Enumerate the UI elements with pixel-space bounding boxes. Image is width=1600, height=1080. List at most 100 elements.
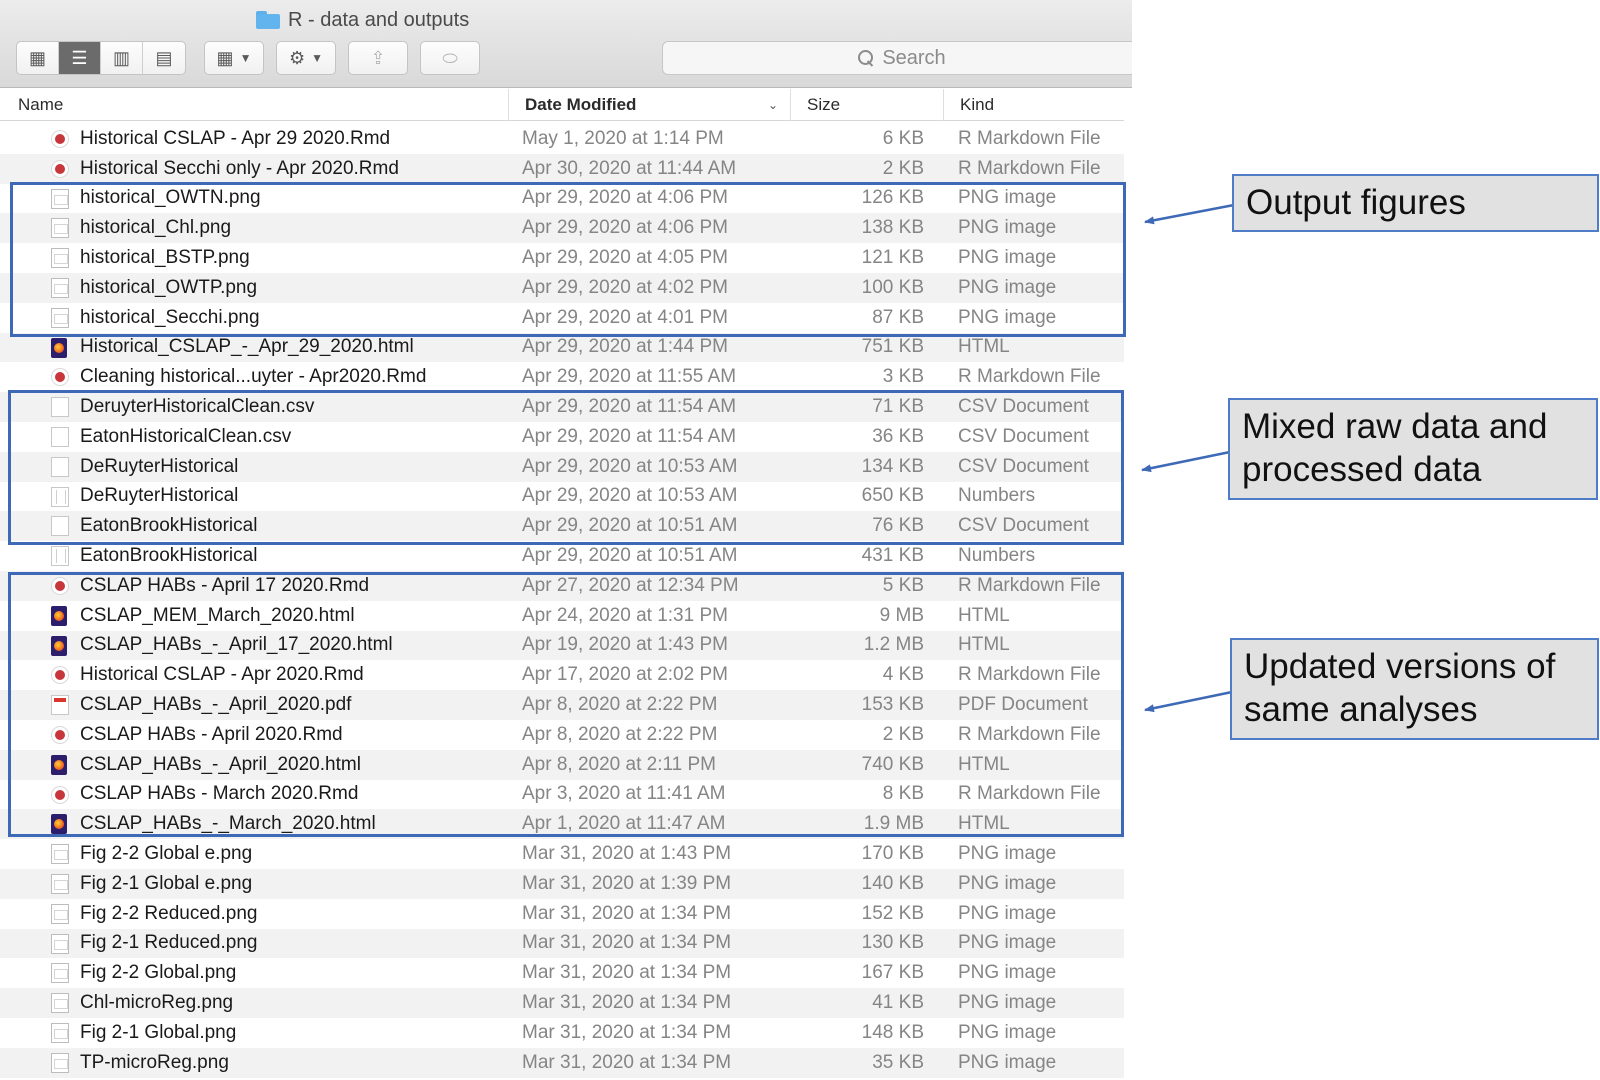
output-figures-box <box>10 182 1126 337</box>
file-name: Chl-microReg.png <box>80 992 234 1013</box>
column-view-icon: ▥ <box>112 47 130 68</box>
file-kind: PNG image <box>958 932 1057 954</box>
gallery-view-icon: ▤ <box>155 47 173 68</box>
callout-output-figures: Output figures <box>1232 174 1599 232</box>
file-row[interactable]: Fig 2-1 Reduced.png Mar 31, 2020 at 1:34 … <box>0 928 1124 959</box>
column-header-size[interactable]: Size <box>790 89 943 121</box>
png-file-icon <box>51 873 69 894</box>
file-kind: R Markdown File <box>958 157 1101 179</box>
file-date: Mar 31, 2020 at 1:34 PM <box>522 902 732 924</box>
column-view-button[interactable]: ▥ <box>101 42 143 74</box>
file-row[interactable]: Fig 2-2 Reduced.png Mar 31, 2020 at 1:34 … <box>0 899 1124 929</box>
column-header: Name Date Modified ⌄ Size Kind <box>0 89 1124 121</box>
group-icon: ▦ <box>216 47 234 68</box>
file-row[interactable]: Fig 2-2 Global e.png Mar 31, 2020 at 1:43… <box>0 839 1124 869</box>
icon-view-icon: ▦ <box>28 47 46 68</box>
file-name: Historical_CSLAP_-_Apr_29_2020.html <box>80 336 414 358</box>
arrow-mixed-data <box>1141 450 1231 473</box>
file-date: Apr 30, 2020 at 11:44 AM <box>522 157 737 179</box>
file-row[interactable]: Fig 2-2 Global.png Mar 31, 2020 at 1:34 P… <box>0 958 1124 988</box>
file-row[interactable]: Fig 2-1 Global.png Mar 31, 2020 at 1:34 P… <box>0 1018 1124 1048</box>
chevron-down-icon: ▼ <box>311 51 324 65</box>
file-size: 2 KB <box>882 157 924 179</box>
file-kind: PNG image <box>958 843 1057 865</box>
html-file-icon <box>51 337 67 358</box>
arrow-updated-versions <box>1144 690 1233 713</box>
column-header-kind[interactable]: Kind <box>943 89 1124 121</box>
file-size: 6 KB <box>882 127 924 149</box>
png-file-icon <box>51 963 69 984</box>
file-row[interactable]: Chl-microReg.png Mar 31, 2020 at 1:34 PM 4… <box>0 988 1124 1018</box>
file-date: Mar 31, 2020 at 1:34 PM <box>522 932 732 954</box>
file-row[interactable]: Historical_CSLAP_-_Apr_29_2020.html Apr 2… <box>0 332 1124 363</box>
list-view-button[interactable]: ☰ <box>59 42 101 74</box>
action-button[interactable]: ⚙ ▼ <box>276 41 336 75</box>
file-date: Mar 31, 2020 at 1:34 PM <box>522 962 732 984</box>
file-name: Fig 2-2 Global.png <box>80 962 237 984</box>
file-date: Mar 31, 2020 at 1:43 PM <box>522 843 732 865</box>
file-date: Mar 31, 2020 at 1:34 PM <box>522 1051 732 1073</box>
title-bar: R - data and outputs ▦ ☰ ▥ ▤ ▦ ▼ ⚙ ▼ ⇪ ⬭… <box>0 0 1132 88</box>
file-name: EatonBrookHistorical <box>80 545 258 567</box>
file-size: 170 KB <box>861 843 924 865</box>
file-date: May 1, 2020 at 1:14 PM <box>522 127 724 149</box>
file-kind: PNG image <box>958 992 1057 1013</box>
updated-versions-box <box>8 572 1124 837</box>
gear-icon: ⚙ <box>288 47 306 68</box>
column-header-kind-label: Kind <box>960 95 995 114</box>
file-row[interactable]: Historical CSLAP - Apr 29 2020.Rmd May 1,… <box>0 124 1124 154</box>
file-name: Historical CSLAP - Apr 29 2020.Rmd <box>80 127 391 149</box>
column-header-name[interactable]: Name <box>0 89 508 121</box>
file-name: Fig 2-1 Global e.png <box>80 872 253 894</box>
column-header-date-label: Date Modified <box>525 95 637 114</box>
file-row[interactable]: Fig 2-1 Global e.png Mar 31, 2020 at 1:39… <box>0 868 1124 899</box>
file-kind: R Markdown File <box>958 127 1101 149</box>
file-row[interactable]: EatonBrookHistorical Apr 29, 2020 at 10:5… <box>0 541 1124 571</box>
search-field[interactable]: Search <box>662 41 1132 75</box>
file-date: Mar 31, 2020 at 1:34 PM <box>522 992 732 1013</box>
numbers-file-icon <box>51 546 69 567</box>
file-name: Cleaning historical...uyter - Apr2020.Rm… <box>80 366 427 388</box>
file-date: Apr 29, 2020 at 11:55 AM <box>522 366 737 388</box>
file-size: 751 KB <box>861 336 924 358</box>
group-by-button[interactable]: ▦ ▼ <box>204 41 264 75</box>
icon-view-button[interactable]: ▦ <box>17 42 59 74</box>
tags-button[interactable]: ⬭ <box>420 41 480 75</box>
sort-chevron-icon: ⌄ <box>767 98 778 112</box>
file-kind: PNG image <box>958 872 1057 894</box>
png-file-icon <box>51 933 69 954</box>
png-file-icon <box>51 993 69 1014</box>
file-size: 3 KB <box>882 366 924 388</box>
share-button[interactable]: ⇪ <box>348 41 408 75</box>
view-mode-control: ▦ ☰ ▥ ▤ <box>16 41 186 75</box>
rmd-file-icon <box>51 368 69 387</box>
file-date: Mar 31, 2020 at 1:34 PM <box>522 1021 732 1043</box>
file-row[interactable]: Cleaning historical...uyter - Apr2020.Rm… <box>0 362 1124 392</box>
file-size: 140 KB <box>861 872 924 894</box>
arrow-output-figures <box>1144 203 1235 225</box>
share-icon: ⇪ <box>370 47 386 68</box>
file-size: 167 KB <box>861 962 924 984</box>
file-kind: PNG image <box>958 962 1057 984</box>
file-size: 35 KB <box>872 1051 924 1073</box>
file-name: Fig 2-1 Global.png <box>80 1021 237 1043</box>
file-kind: HTML <box>958 336 1010 358</box>
column-header-size-label: Size <box>807 95 841 114</box>
file-date: Mar 31, 2020 at 1:39 PM <box>522 872 732 894</box>
file-size: 41 KB <box>872 992 924 1013</box>
folder-icon <box>256 11 280 29</box>
file-row[interactable]: TP-microReg.png Mar 31, 2020 at 1:34 PM 35… <box>0 1047 1124 1078</box>
column-header-name-label: Name <box>18 95 64 114</box>
file-kind: Numbers <box>958 545 1036 567</box>
rmd-file-icon <box>51 130 69 148</box>
png-file-icon <box>51 1052 69 1073</box>
file-kind: PNG image <box>958 1021 1057 1043</box>
window-title: R - data and outputs <box>256 8 469 32</box>
callout-updated-versions: Updated versions of same analyses <box>1230 638 1599 740</box>
column-header-date[interactable]: Date Modified ⌄ <box>508 89 790 121</box>
file-size: 130 KB <box>861 932 924 954</box>
chevron-down-icon: ▼ <box>239 51 252 65</box>
png-file-icon <box>51 1022 69 1043</box>
file-row[interactable]: Historical Secchi only - Apr 2020.Rmd Apr… <box>0 153 1124 184</box>
gallery-view-button[interactable]: ▤ <box>143 42 185 74</box>
